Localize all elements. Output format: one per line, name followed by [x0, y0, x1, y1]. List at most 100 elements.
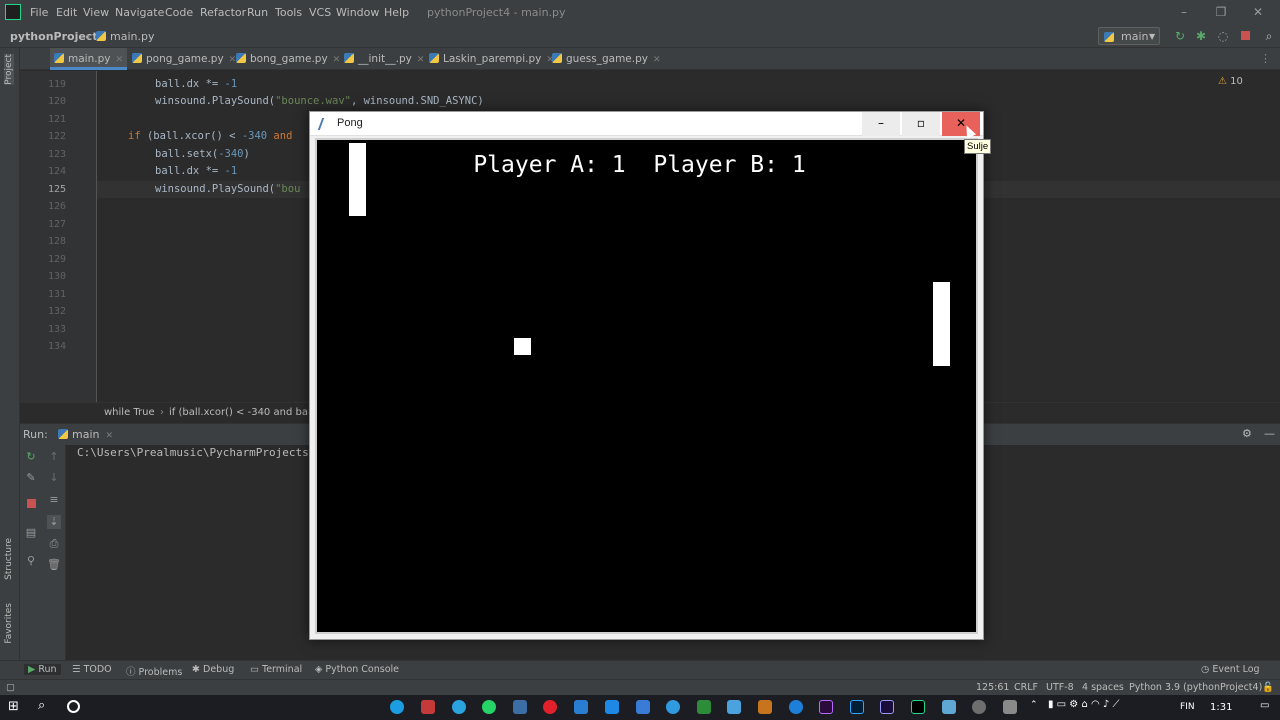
stop-icon[interactable]: [1238, 29, 1252, 43]
line-separator[interactable]: CRLF: [1014, 682, 1038, 693]
ide-maximize-button[interactable]: ❐: [1211, 3, 1231, 21]
hide-panel-icon[interactable]: —: [1264, 427, 1275, 440]
tab-laskin-parempi-py[interactable]: Laskin_parempi.py ✕: [429, 48, 554, 70]
edge-icon[interactable]: [390, 700, 404, 714]
caret-position[interactable]: 125:61: [976, 682, 1009, 693]
notifications-icon[interactable]: ▭: [1260, 700, 1269, 711]
tool-tab-terminal[interactable]: ▭ Terminal: [250, 664, 302, 675]
menu-view[interactable]: View: [83, 6, 109, 19]
rerun-icon[interactable]: ↻: [24, 450, 38, 464]
trash-icon[interactable]: 🗑: [47, 558, 61, 572]
menu-navigate[interactable]: Navigate: [115, 6, 164, 19]
debug-bug-icon[interactable]: ✱: [1194, 29, 1208, 43]
tray-chevron-icon[interactable]: ⌃: [1030, 700, 1038, 710]
tool-tab-debug[interactable]: ✱ Debug: [192, 664, 234, 675]
settings-gear-icon[interactable]: ⚙: [1242, 427, 1252, 440]
tool-tab-run[interactable]: ▶ Run: [24, 664, 61, 675]
breadcrumb-while[interactable]: while True: [104, 407, 155, 418]
ide-close-button[interactable]: ✕: [1248, 3, 1268, 21]
tab-pong-game-py[interactable]: pong_game.py ✕: [132, 48, 236, 70]
tab-init-py[interactable]: __init__.py ✕: [344, 48, 424, 70]
ide-minimize-button[interactable]: –: [1174, 3, 1194, 21]
start-icon[interactable]: ⊞: [8, 699, 19, 714]
nav-file[interactable]: main.py: [96, 30, 154, 43]
nav-project[interactable]: pythonProject4: [10, 30, 105, 43]
tool-tab-todo[interactable]: ☰ TODO: [72, 664, 112, 675]
scroll-to-end-icon[interactable]: ⇣: [47, 515, 61, 529]
menu-help[interactable]: Help: [384, 6, 409, 19]
wrench-icon[interactable]: ✎: [24, 471, 38, 485]
task-view-icon[interactable]: [67, 700, 80, 713]
rerun-icon[interactable]: ↻: [1173, 29, 1187, 43]
panel-toggle-icon[interactable]: ▢: [6, 682, 15, 693]
tool-tab-event-log[interactable]: ◷ Event Log: [1201, 664, 1260, 675]
search-icon[interactable]: ⌕: [38, 698, 45, 713]
tab-bong-game-py[interactable]: bong_game.py ✕: [236, 48, 340, 70]
close-tab-icon[interactable]: ✕: [115, 55, 123, 65]
whatsapp-icon[interactable]: [482, 700, 496, 714]
tool-tab-python-console[interactable]: ◈ Python Console: [315, 664, 399, 675]
photoshop-icon[interactable]: [850, 700, 864, 714]
run-tab-main[interactable]: main ✕: [58, 428, 119, 441]
telegram-icon[interactable]: [452, 700, 466, 714]
opera-icon[interactable]: [543, 700, 557, 714]
inspection-widget[interactable]: ⚠ 10: [1218, 76, 1243, 87]
run-config-select[interactable]: main ▼: [1098, 27, 1160, 45]
app-icon-9[interactable]: [666, 700, 680, 714]
menu-refactor[interactable]: Refactor: [200, 6, 246, 19]
menu-run[interactable]: Run: [247, 6, 268, 19]
search-everywhere-icon[interactable]: ⌕: [1262, 29, 1276, 43]
after-effects-icon[interactable]: [880, 700, 894, 714]
close-tab-icon[interactable]: ✕: [333, 55, 341, 65]
close-tab-icon[interactable]: ✕: [653, 55, 661, 65]
file-explorer-icon[interactable]: [513, 700, 527, 714]
tab-main-py[interactable]: main.py ✕: [50, 48, 127, 70]
structure-tool-tab[interactable]: Structure: [4, 538, 14, 580]
close-tab-icon[interactable]: ✕: [105, 431, 113, 441]
tab-guess-game-py[interactable]: guess_game.py ✕: [552, 48, 661, 70]
app-icon-12[interactable]: [758, 700, 772, 714]
app-icon-13[interactable]: [789, 700, 803, 714]
soft-wrap-icon[interactable]: ≡: [47, 493, 61, 507]
tool-tab-problems[interactable]: ⓘ Problems: [126, 664, 182, 678]
game-canvas[interactable]: Player A: 1 Player B: 1: [315, 138, 978, 634]
menu-edit[interactable]: Edit: [56, 6, 77, 19]
app-icon-10[interactable]: [697, 700, 711, 714]
app-icon-20[interactable]: [1003, 700, 1017, 714]
layout-icon[interactable]: ▤: [24, 526, 38, 540]
settings-icon[interactable]: [972, 700, 986, 714]
menu-window[interactable]: Window: [336, 6, 379, 19]
media-app-icon[interactable]: [421, 700, 435, 714]
pycharm-taskbar-icon[interactable]: [911, 700, 925, 714]
premiere-icon[interactable]: [819, 700, 833, 714]
app-icon-7[interactable]: [605, 700, 619, 714]
print-icon[interactable]: ⎙: [47, 537, 61, 551]
coverage-icon[interactable]: ◌: [1216, 29, 1230, 43]
store-icon[interactable]: [574, 700, 588, 714]
menu-code[interactable]: Code: [165, 6, 193, 19]
app-icon-8[interactable]: [636, 700, 650, 714]
tray-icons[interactable]: ▮ ▭ ⚙ ⌂ ◠ ♪ ⟋: [1048, 699, 1119, 710]
close-tab-icon[interactable]: ✕: [417, 55, 425, 65]
menu-file[interactable]: File: [30, 6, 48, 19]
stop-icon[interactable]: [24, 498, 38, 512]
arrow-up-icon[interactable]: ↑: [47, 450, 61, 464]
lock-icon[interactable]: 🔓: [1262, 682, 1274, 693]
pin-icon[interactable]: ⚲: [24, 554, 38, 568]
arrow-down-icon[interactable]: ↓: [47, 471, 61, 485]
project-tool-tab[interactable]: Project: [4, 54, 14, 85]
menu-vcs[interactable]: VCS: [309, 6, 331, 19]
pong-title-bar[interactable]: Pong – ▫ ✕: [310, 112, 983, 136]
pong-maximize-button[interactable]: ▫: [902, 112, 940, 136]
favorites-tool-tab[interactable]: Favorites: [4, 603, 14, 644]
pong-minimize-button[interactable]: –: [862, 112, 900, 136]
clock[interactable]: 1:31: [1210, 702, 1232, 713]
breadcrumb-if[interactable]: if (ball.xcor() < -340 and ball...: [169, 407, 323, 418]
interpreter-selector[interactable]: Python 3.9 (pythonProject4): [1129, 682, 1262, 693]
tabs-more-icon[interactable]: ⋮: [1260, 52, 1271, 65]
file-encoding[interactable]: UTF-8: [1046, 682, 1074, 693]
app-icon-11[interactable]: [727, 700, 741, 714]
language-indicator[interactable]: FIN: [1180, 702, 1195, 712]
photos-icon[interactable]: [942, 700, 956, 714]
indent-setting[interactable]: 4 spaces: [1082, 682, 1124, 693]
